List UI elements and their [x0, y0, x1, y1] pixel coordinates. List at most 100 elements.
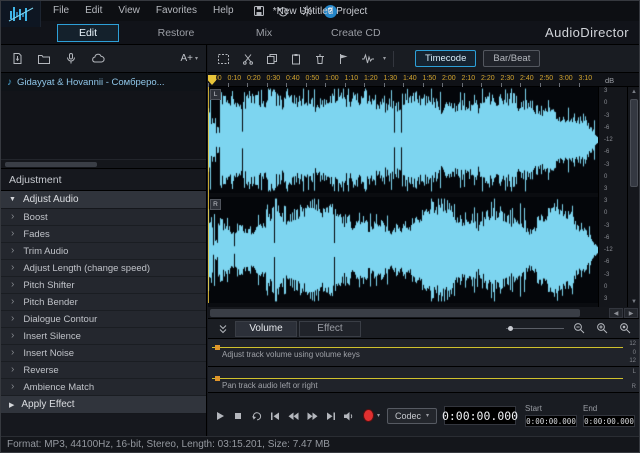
menu-item-edit[interactable]: Edit	[77, 1, 110, 21]
horizontal-scrollbar-thumb[interactable]	[210, 309, 580, 317]
adjustment-item-fades[interactable]: ›Fades	[1, 226, 206, 243]
vertical-scrollbar[interactable]: ▲ ▼	[627, 87, 639, 307]
caret-down-icon[interactable]: ▾	[383, 55, 386, 62]
channel-badge-right[interactable]: R	[210, 199, 221, 210]
menu-item-file[interactable]: File	[45, 1, 77, 21]
import-media-icon[interactable]	[9, 52, 25, 66]
go-to-start-button[interactable]	[268, 407, 284, 424]
scroll-right-icon[interactable]: ▶	[624, 308, 638, 318]
adjustment-item-reverse[interactable]: ›Reverse	[1, 362, 206, 379]
zoom-slider[interactable]	[506, 324, 564, 333]
zoom-out-icon[interactable]	[572, 322, 587, 336]
ruler-tick: 1:40	[403, 73, 423, 87]
adjustment-item-label: Trim Audio	[23, 246, 68, 257]
adjustment-item-insert-noise[interactable]: ›Insert Noise	[1, 345, 206, 362]
timecode-button[interactable]: Timecode	[415, 50, 476, 67]
collapse-panel-icon[interactable]	[214, 321, 231, 337]
tab-volume[interactable]: Volume	[235, 321, 297, 337]
waveform-tool-icon[interactable]	[359, 51, 376, 67]
adjustment-item-trim-audio[interactable]: ›Trim Audio	[1, 243, 206, 260]
scroll-left-icon[interactable]: ◀	[609, 308, 623, 318]
menu-item-help[interactable]: Help	[205, 1, 242, 21]
step-forward-button[interactable]	[305, 407, 321, 424]
paste-icon[interactable]	[287, 51, 304, 67]
delete-icon[interactable]	[311, 51, 328, 67]
codec-button[interactable]: Codec ▾	[387, 408, 437, 424]
marker-icon[interactable]	[335, 51, 352, 67]
waveform-track-right[interactable]: R	[208, 197, 598, 303]
volume-keyframe-dot[interactable]	[215, 345, 220, 350]
ruler-tick: 3:10	[579, 73, 599, 87]
zoom-selection-icon[interactable]	[618, 322, 633, 336]
timeline-ruler[interactable]: 0:000:100:200:300:400:501:001:101:201:30…	[208, 73, 639, 87]
adjustment-item-boost[interactable]: ›Boost	[1, 209, 206, 226]
zoom-in-icon[interactable]	[595, 322, 610, 336]
copy-icon[interactable]	[263, 51, 280, 67]
library-scrollbar[interactable]	[1, 159, 206, 168]
adjustment-item-pitch-bender[interactable]: ›Pitch Bender	[1, 294, 206, 311]
record-button[interactable]	[363, 409, 374, 422]
horizontal-scrollbar[interactable]: ◀ ▶	[208, 307, 639, 319]
scroll-up-icon[interactable]: ▲	[628, 87, 640, 97]
menu-item-view[interactable]: View	[110, 1, 148, 21]
save-icon[interactable]	[252, 4, 266, 18]
adjustment-item-ambience-match[interactable]: ›Ambience Match	[1, 379, 206, 396]
tab-mix[interactable]: Mix	[233, 24, 295, 42]
menu-item-favorites[interactable]: Favorites	[148, 1, 205, 21]
triangle-down-icon: ▼	[9, 196, 16, 203]
waveform-canvas-left[interactable]	[208, 87, 598, 193]
vertical-scrollbar-thumb[interactable]	[630, 99, 638, 187]
toolbar-separator	[393, 51, 394, 67]
library-scrollbar-thumb[interactable]	[5, 162, 97, 167]
adjustment-item-pitch-shifter[interactable]: ›Pitch Shifter	[1, 277, 206, 294]
end-value: 0:00:00.000	[583, 415, 635, 427]
waveform-track-left[interactable]: L	[208, 87, 598, 193]
barbeat-button[interactable]: Bar/Beat	[483, 50, 540, 67]
chevron-right-icon: ›	[11, 280, 14, 290]
channel-badge-left[interactable]: L	[210, 89, 221, 100]
scroll-down-icon[interactable]: ▼	[628, 297, 640, 307]
stop-button[interactable]	[231, 407, 247, 424]
pan-envelope-line[interactable]	[212, 378, 623, 379]
start-label: Start	[525, 404, 577, 413]
chevron-right-icon: ›	[11, 297, 14, 307]
main-tabs: Edit Restore Mix Create CD	[57, 24, 391, 42]
ruler-tick: 1:30	[384, 73, 404, 87]
pan-keyframe-dot[interactable]	[215, 376, 220, 381]
db-scale-header: dB	[605, 76, 614, 85]
adjustment-item-adjust-length-change-speed-[interactable]: ›Adjust Length (change speed)	[1, 260, 206, 277]
zoom-controls	[506, 322, 633, 336]
cloud-download-icon[interactable]	[90, 52, 106, 66]
speaker-button[interactable]	[342, 407, 358, 424]
record-options-caret-icon[interactable]: ▾	[377, 412, 380, 419]
adjustment-item-insert-silence[interactable]: ›Insert Silence	[1, 328, 206, 345]
library-item[interactable]: ♪ Gidayyat & Hovannii - Сомбреро...	[1, 73, 206, 91]
app-window: FileEditViewFavoritesHelp ? *New Untitle…	[0, 0, 640, 453]
zoom-slider-knob[interactable]	[508, 326, 513, 331]
go-to-end-button[interactable]	[323, 407, 339, 424]
adjustment-item-label: Insert Silence	[23, 331, 81, 342]
tab-create-cd[interactable]: Create CD	[321, 24, 391, 42]
play-button[interactable]	[212, 407, 228, 424]
range-select-icon[interactable]	[215, 51, 232, 67]
waveform-canvas-right[interactable]	[208, 197, 598, 303]
import-folder-icon[interactable]	[36, 52, 52, 66]
section-adjust-audio[interactable]: ▼ Adjust Audio	[1, 191, 206, 209]
record-audio-icon[interactable]	[63, 52, 79, 66]
sort-library-button[interactable]: A+ ▾	[180, 53, 198, 64]
loop-button[interactable]	[249, 407, 265, 424]
adjustment-item-dialogue-contour[interactable]: ›Dialogue Contour	[1, 311, 206, 328]
section-apply-effect[interactable]: ▶ Apply Effect	[1, 396, 206, 414]
tab-effect[interactable]: Effect	[299, 321, 361, 337]
cut-icon[interactable]	[239, 51, 256, 67]
step-backward-button[interactable]	[286, 407, 302, 424]
transport-bar: ▾ Codec ▾ 0:00:00.000 Start 0:00:00.000 …	[208, 393, 639, 438]
tab-restore[interactable]: Restore	[145, 24, 207, 42]
ruler-tick: 1:10	[345, 73, 365, 87]
ruler-tick: 3:00	[559, 73, 579, 87]
caret-down-icon: ▾	[195, 55, 198, 62]
volume-envelope-line[interactable]	[212, 347, 623, 348]
volume-scale-label: 12	[629, 341, 636, 347]
adjustment-item-label: Insert Noise	[23, 348, 74, 359]
tab-edit[interactable]: Edit	[57, 24, 119, 42]
